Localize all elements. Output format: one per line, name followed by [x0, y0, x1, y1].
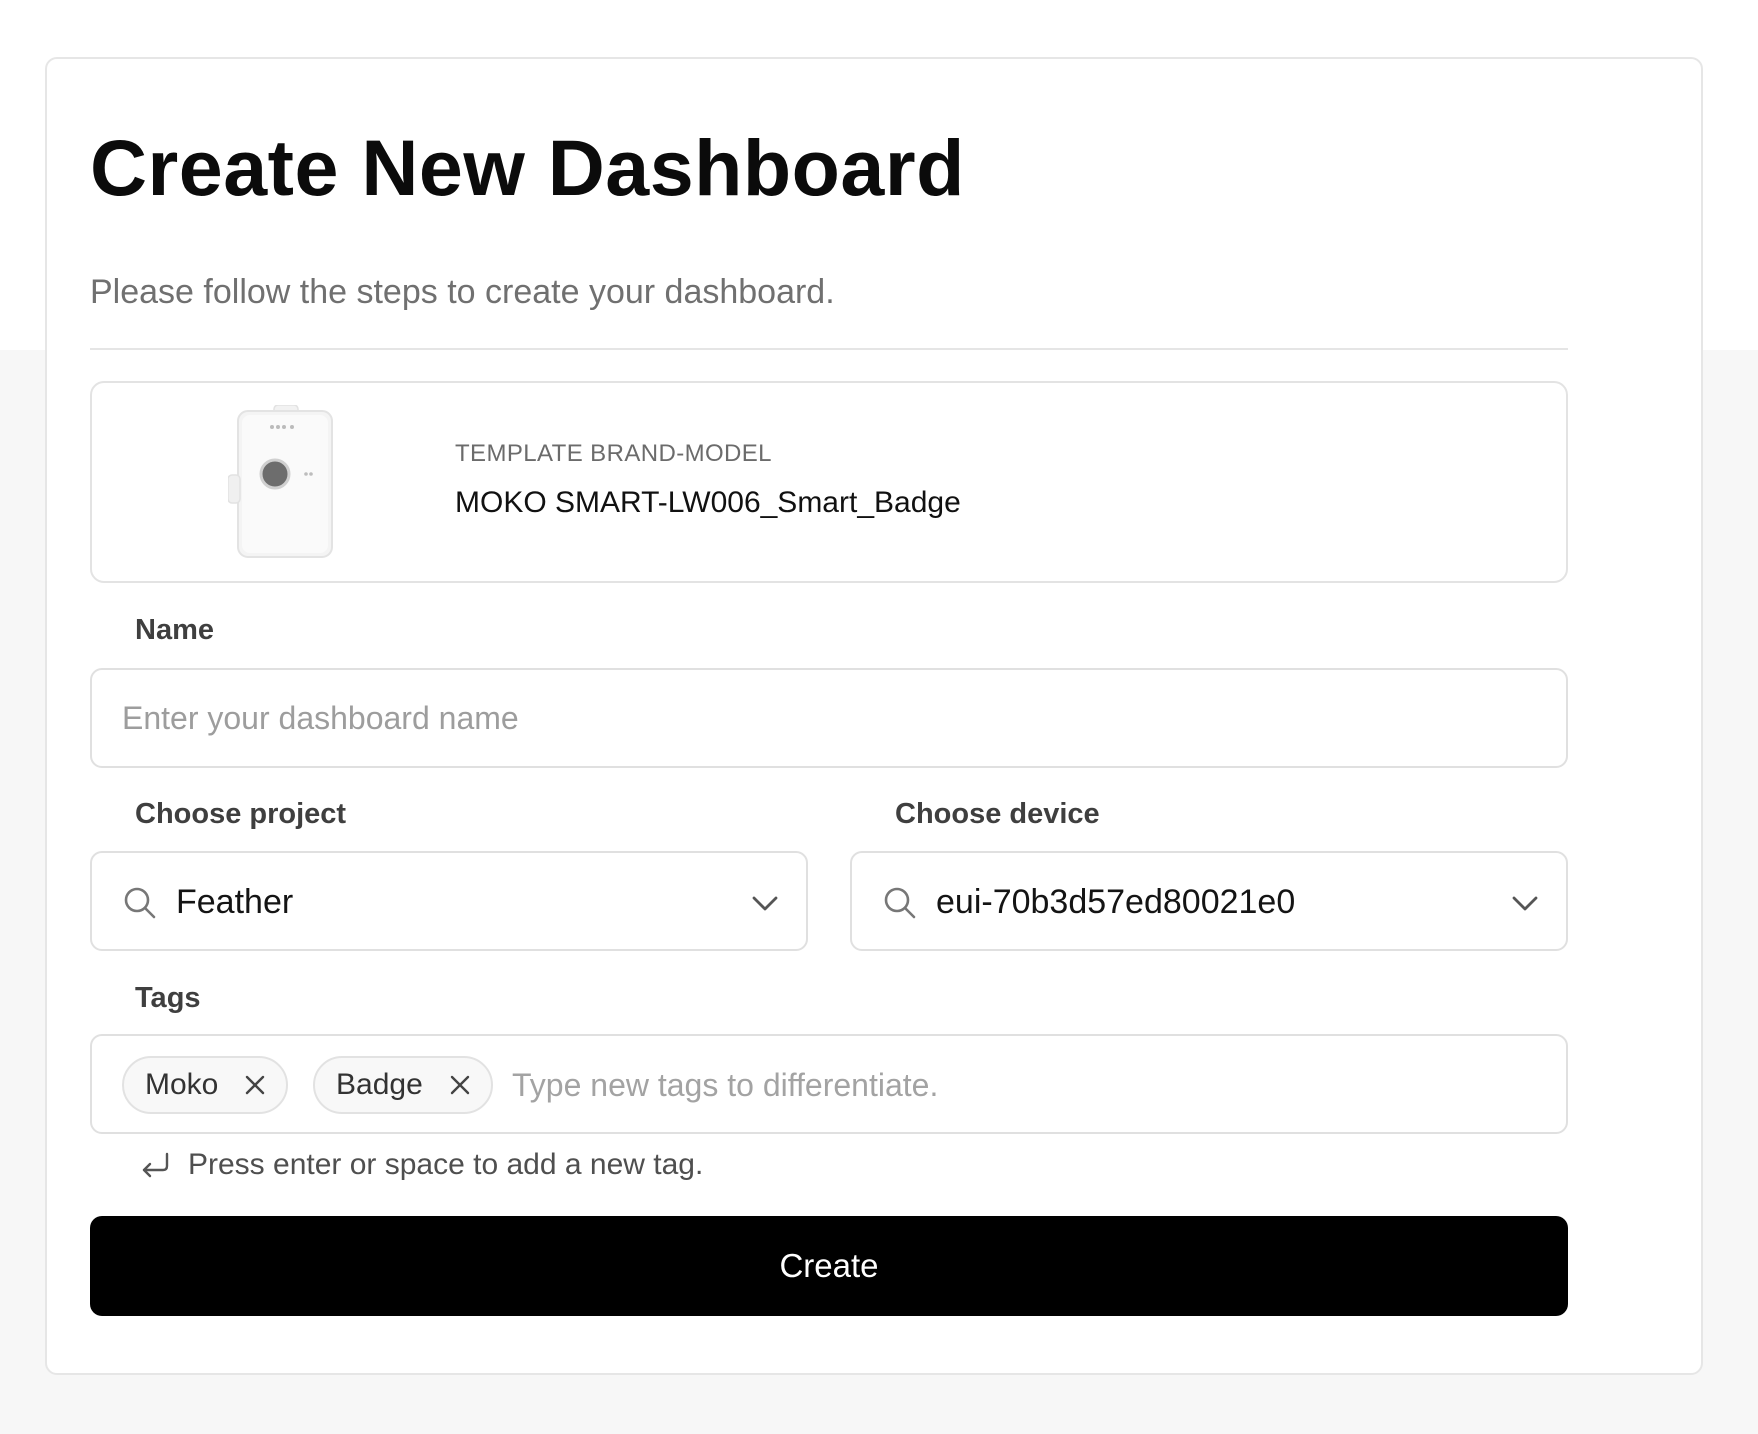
close-icon[interactable]	[449, 1074, 471, 1096]
chevron-down-icon[interactable]	[1510, 889, 1540, 917]
project-select[interactable]: Feather	[90, 851, 808, 951]
tags-hint: Press enter or space to add a new tag.	[138, 1148, 703, 1182]
device-select-value: eui-70b3d57ed80021e0	[936, 883, 1296, 921]
search-icon	[884, 887, 916, 919]
page-title: Create New Dashboard	[90, 123, 965, 212]
tag-entry-input[interactable]	[512, 1060, 1512, 1110]
header-divider	[90, 348, 1568, 350]
tags-field[interactable]: Moko Badge	[90, 1034, 1568, 1134]
device-label: Choose device	[895, 798, 1100, 830]
close-icon[interactable]	[244, 1074, 266, 1096]
name-label: Name	[135, 614, 214, 646]
page-subtitle: Please follow the steps to create your d…	[90, 273, 835, 311]
tags-label: Tags	[135, 982, 201, 1014]
project-label: Choose project	[135, 798, 347, 830]
project-select-value: Feather	[176, 883, 294, 921]
template-model-value: MOKO SMART-LW006_Smart_Badge	[455, 486, 961, 519]
tags-hint-text: Press enter or space to add a new tag.	[188, 1148, 704, 1181]
dashboard-name-input[interactable]	[90, 668, 1568, 768]
chevron-down-icon[interactable]	[750, 889, 780, 917]
tag-label: Moko	[145, 1068, 219, 1101]
enter-icon	[142, 1152, 169, 1178]
tag-label: Badge	[336, 1068, 423, 1101]
device-select[interactable]: eui-70b3d57ed80021e0	[850, 851, 1568, 951]
template-label: TEMPLATE BRAND-MODEL	[455, 440, 772, 467]
create-button[interactable]: Create	[90, 1216, 1568, 1316]
search-icon	[124, 887, 156, 919]
device-image	[228, 405, 333, 558]
tag-chip: Badge	[313, 1056, 493, 1114]
tag-chip: Moko	[122, 1056, 289, 1114]
